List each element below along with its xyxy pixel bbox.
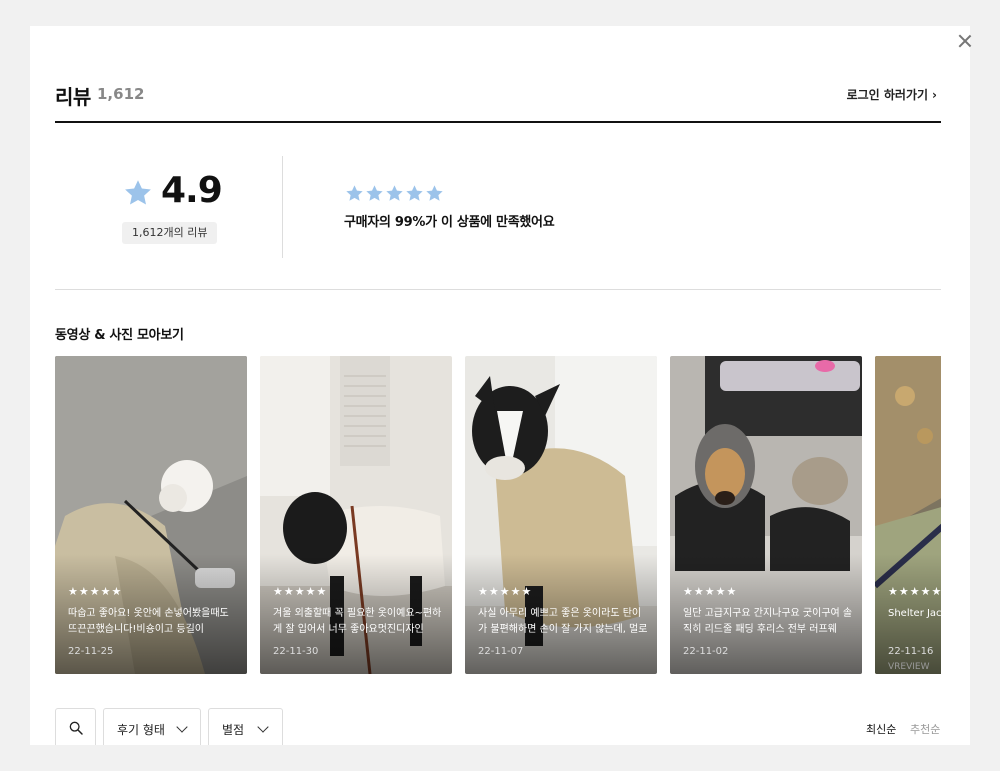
gallery-title: 동영상 & 사진 모아보기 xyxy=(55,328,184,343)
login-link[interactable]: 로그인 하러가기 › xyxy=(847,86,937,103)
card-stars: ★★★★★ xyxy=(888,585,941,598)
star-icon xyxy=(386,185,403,201)
watermark: VREVIEW xyxy=(888,662,930,672)
card-text: 따숩고 좋아요! 옷안에 손넣어봤을때도 뜨끈끈했습니다!비숑이고 등길이34c… xyxy=(68,608,229,635)
review-count: 1,612 xyxy=(97,85,145,103)
review-card[interactable]: ★★★★★ Shelter Jacket 22-11-16 VREVIEW xyxy=(875,356,941,674)
page-title: 리뷰 xyxy=(55,85,91,109)
card-date: 22-11-30 xyxy=(273,646,319,657)
chevron-down-icon xyxy=(257,721,269,733)
login-link-label: 로그인 하러가기 xyxy=(846,88,929,102)
card-date: 22-11-07 xyxy=(478,646,524,657)
review-header: 리뷰 1,612 로그인 하러가기 › xyxy=(55,81,941,123)
sort-latest[interactable]: 최신순 xyxy=(866,721,896,737)
card-date: 22-11-16 xyxy=(888,646,934,657)
card-stars: ★★★★★ xyxy=(273,585,328,598)
card-stars: ★★★★★ xyxy=(478,585,533,598)
review-card[interactable]: ★★★★★ 사실 아무리 예쁘고 좋은 옷이라도 탄이가 불편해하면 손이 잘 … xyxy=(465,356,657,674)
rating-filter-label: 별점 xyxy=(222,723,245,737)
star-icon xyxy=(125,180,151,205)
review-content: 리뷰 1,612 로그인 하러가기 › 4.9 1,612개의 리뷰 구매자의 9… xyxy=(30,26,970,745)
review-card[interactable]: ★★★★★ 따숩고 좋아요! 옷안에 손넣어봤을때도 뜨끈끈했습니다!비숑이고 … xyxy=(55,356,247,674)
star-icon xyxy=(426,185,443,201)
search-icon xyxy=(69,721,83,735)
card-text: 일단 고급지구요 간지나구요 굿이구여 솔직히 리드줄 패딩 후리스 전부 러프… xyxy=(683,608,853,635)
card-stars: ★★★★★ xyxy=(68,585,123,598)
sort-recommended[interactable]: 추천순 xyxy=(910,721,940,737)
rating-filter[interactable]: 별점 xyxy=(208,708,283,745)
review-card[interactable]: ★★★★★ 일단 고급지구요 간지나구요 굿이구여 솔직히 리드줄 패딩 후리스… xyxy=(670,356,862,674)
card-text: 겨울 외출할때 꼭 필요한 옷이예요~편하게 잘 입어서 너무 좋아요멋진디자인… xyxy=(273,608,442,635)
card-date: 22-11-25 xyxy=(68,646,114,657)
review-type-label: 후기 형태 xyxy=(117,723,165,737)
vertical-divider xyxy=(282,156,283,258)
search-button[interactable] xyxy=(55,708,96,745)
review-type-filter[interactable]: 후기 형태 xyxy=(103,708,201,745)
star-icon xyxy=(346,185,363,201)
photo-gallery[interactable]: ★★★★★ 따숩고 좋아요! 옷안에 손넣어봤을때도 뜨끈끈했습니다!비숑이고 … xyxy=(55,356,941,674)
card-text: Shelter Jacket xyxy=(888,608,941,619)
card-text: 사실 아무리 예쁘고 좋은 옷이라도 탄이가 불편해하면 손이 잘 가지 않는데… xyxy=(478,608,648,635)
rating-stars xyxy=(345,184,444,203)
review-count-badge: 1,612개의 리뷰 xyxy=(122,222,218,244)
chevron-down-icon xyxy=(176,721,188,733)
review-toolbar: 후기 형태 별점 최신순 추천순 xyxy=(55,708,941,745)
card-date: 22-11-02 xyxy=(683,646,729,657)
star-icon xyxy=(406,185,423,201)
satisfaction-text: 구매자의 99%가 이 상품에 만족했어요 xyxy=(344,215,555,230)
chevron-right-icon: › xyxy=(932,88,937,102)
review-card[interactable]: ★★★★★ 겨울 외출할때 꼭 필요한 옷이예요~편하게 잘 입어서 너무 좋아… xyxy=(260,356,452,674)
score-box: 4.9 1,612개의 리뷰 xyxy=(55,156,283,260)
star-icon xyxy=(366,185,383,201)
average-score: 4.9 xyxy=(161,170,223,211)
card-stars: ★★★★★ xyxy=(683,585,738,598)
rating-summary: 4.9 1,612개의 리뷰 구매자의 99%가 이 상품에 만족했어요 xyxy=(55,156,941,290)
